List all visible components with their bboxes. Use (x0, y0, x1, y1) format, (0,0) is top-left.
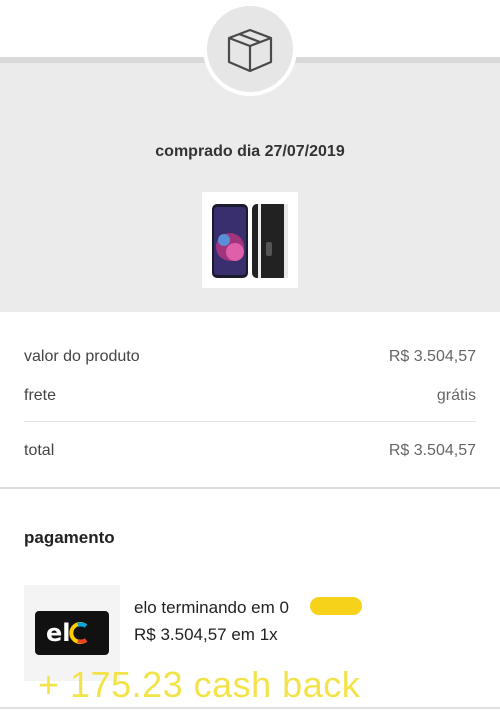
product-image[interactable] (202, 192, 298, 288)
svg-text:el: el (46, 619, 71, 647)
purchase-date: comprado dia 27/07/2019 (155, 143, 345, 160)
payment-title: pagamento (24, 528, 115, 547)
cashback-overlay-text: + 175.23 cash back (38, 664, 361, 705)
card-description: elo terminando em 0 (134, 598, 289, 617)
total-value: R$ 3.504,57 (388, 442, 476, 459)
product-value-label: valor do produto (24, 348, 140, 365)
total-label: total (24, 442, 55, 459)
redaction-mark (310, 597, 362, 615)
card-installments: R$ 3.504,57 em 1x (134, 625, 278, 644)
section-divider (0, 487, 500, 489)
summary-divider (24, 421, 476, 422)
bottom-divider (0, 707, 500, 709)
product-value: R$ 3.504,57 (388, 348, 476, 365)
elo-logo-icon: el (35, 611, 109, 655)
shipping-value: grátis (436, 387, 476, 404)
package-box-icon (203, 2, 297, 96)
shipping-label: frete (24, 387, 57, 404)
price-summary (0, 312, 500, 487)
